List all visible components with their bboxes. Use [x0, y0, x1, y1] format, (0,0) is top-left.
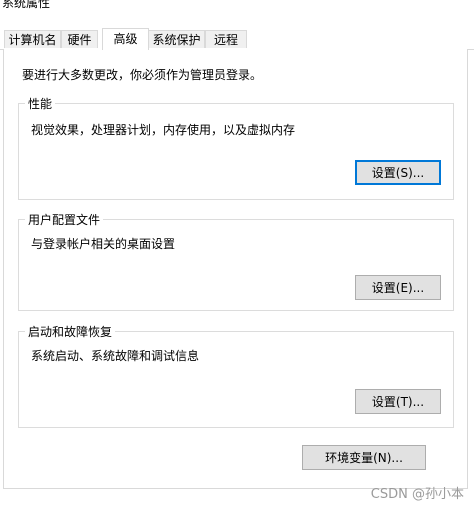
- window-title: 系统属性: [2, 0, 51, 10]
- tab-advanced[interactable]: 高级: [102, 28, 149, 50]
- performance-title: 性能: [25, 95, 56, 112]
- performance-settings-button[interactable]: 设置(S)...: [355, 160, 441, 185]
- tab-hardware[interactable]: 硬件: [61, 30, 98, 48]
- user-profiles-group: 用户配置文件 与登录帐户相关的桌面设置 设置(E)...: [18, 211, 454, 311]
- user-profiles-title: 用户配置文件: [25, 211, 104, 228]
- tab-system-protection[interactable]: 系统保护: [148, 30, 205, 48]
- tab-bar: 计算机名 硬件 高级 系统保护 远程: [0, 28, 474, 50]
- startup-recovery-settings-button[interactable]: 设置(T)...: [355, 389, 441, 414]
- startup-recovery-title: 启动和故障恢复: [25, 323, 116, 340]
- user-profiles-settings-button[interactable]: 设置(E)...: [355, 275, 441, 300]
- performance-description: 视觉效果，处理器计划，内存使用，以及虚拟内存: [31, 123, 296, 137]
- tab-remote[interactable]: 远程: [205, 30, 247, 48]
- user-profiles-description: 与登录帐户相关的桌面设置: [31, 237, 176, 251]
- watermark: CSDN @孙小本: [370, 487, 464, 502]
- performance-group: 性能 视觉效果，处理器计划，内存使用，以及虚拟内存 设置(S)...: [18, 95, 454, 200]
- startup-recovery-group: 启动和故障恢复 系统启动、系统故障和调试信息 设置(T)...: [18, 323, 454, 428]
- environment-variables-button[interactable]: 环境变量(N)...: [302, 445, 426, 470]
- tab-computer-name[interactable]: 计算机名: [4, 30, 61, 48]
- admin-notice: 要进行大多数更改，你必须作为管理员登录。: [22, 68, 263, 82]
- startup-recovery-description: 系统启动、系统故障和调试信息: [31, 349, 200, 363]
